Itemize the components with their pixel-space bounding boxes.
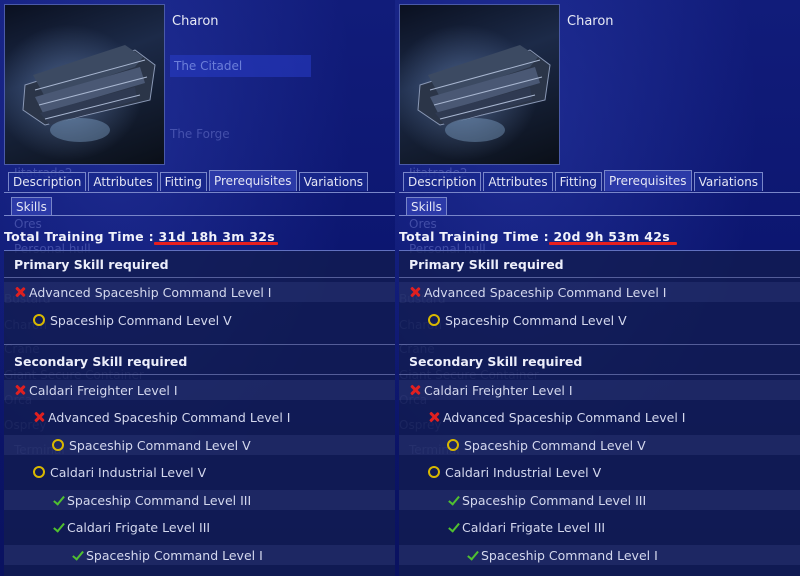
- skill-row[interactable]: Caldari Industrial Level V: [399, 462, 800, 482]
- yellow-circle-icon: [52, 439, 64, 451]
- skill-row[interactable]: Advanced Spaceship Command Level I: [399, 282, 800, 302]
- skill-label: Advanced Spaceship Command Level I: [443, 409, 686, 425]
- total-training-label: Total Training Time :: [4, 229, 154, 244]
- yellow-circle-icon: [428, 314, 440, 326]
- yellow-circle-icon: [428, 466, 440, 478]
- skill-label: Spaceship Command Level V: [445, 312, 627, 328]
- primary-skill-header: Primary Skill required: [409, 257, 564, 272]
- yellow-circle-icon: [33, 466, 45, 478]
- ship-image: [399, 4, 560, 165]
- skill-label: Caldari Frigate Level III: [67, 519, 211, 535]
- skill-label: Advanced Spaceship Command Level I: [29, 284, 272, 300]
- skill-label: Advanced Spaceship Command Level I: [424, 284, 667, 300]
- section-divider: [399, 277, 800, 278]
- secondary-skill-header: Secondary Skill required: [14, 354, 188, 369]
- tab-description[interactable]: Description: [403, 172, 482, 191]
- skill-row[interactable]: Spaceship Command Level V: [399, 435, 800, 455]
- green-check-icon: [52, 494, 64, 506]
- skill-tree-list: Primary Skill required Advanced Spaceshi…: [399, 250, 800, 576]
- skill-row[interactable]: Advanced Spaceship Command Level I: [4, 407, 395, 427]
- red-x-icon: [409, 286, 421, 298]
- skill-row[interactable]: Spaceship Command Level I: [4, 545, 395, 565]
- skill-label: Spaceship Command Level V: [464, 437, 646, 453]
- yellow-circle-icon: [33, 314, 45, 326]
- bg-text: The Forge: [170, 127, 230, 141]
- skill-row[interactable]: Spaceship Command Level V: [399, 310, 800, 330]
- skill-label: Spaceship Command Level I: [481, 547, 658, 563]
- tab-fitting[interactable]: Fitting: [554, 172, 602, 191]
- tab-variations[interactable]: Variations: [693, 172, 764, 191]
- green-check-icon: [447, 521, 459, 533]
- skill-label: Caldari Industrial Level V: [445, 464, 602, 480]
- ship-image: [4, 4, 165, 165]
- subtab-divider: [399, 215, 800, 216]
- skill-row[interactable]: Caldari Freighter Level I: [399, 380, 800, 400]
- skill-row[interactable]: Spaceship Command Level I: [399, 545, 800, 565]
- skill-label: Spaceship Command Level V: [50, 312, 232, 328]
- skill-row[interactable]: Advanced Spaceship Command Level I: [4, 282, 395, 302]
- ship-name: Charon: [172, 14, 219, 29]
- skill-row[interactable]: Spaceship Command Level V: [4, 310, 395, 330]
- show-info-window-left: The Forge Iitatrade2 Ores Personal hull …: [0, 0, 395, 576]
- skill-row[interactable]: Spaceship Command Level III: [4, 490, 395, 510]
- ship-name: Charon: [567, 14, 614, 29]
- tab-prerequisites[interactable]: Prerequisites: [208, 170, 297, 191]
- tab-attributes[interactable]: Attributes: [88, 172, 158, 191]
- skill-label: Caldari Freighter Level I: [29, 382, 178, 398]
- tab-variations[interactable]: Variations: [298, 172, 369, 191]
- skill-row[interactable]: Spaceship Command Level V: [4, 435, 395, 455]
- section-divider: [4, 374, 395, 375]
- red-x-icon: [33, 411, 45, 423]
- skill-row[interactable]: Advanced Spaceship Command Level I: [399, 407, 800, 427]
- skill-row[interactable]: Spaceship Command Level III: [399, 490, 800, 510]
- skill-row[interactable]: Caldari Frigate Level III: [399, 517, 800, 537]
- tab-divider: [399, 192, 800, 193]
- freighter-icon: [22, 45, 156, 142]
- freighter-icon: [417, 45, 551, 142]
- skill-label: Spaceship Command Level I: [86, 547, 263, 563]
- red-underline-annotation: [154, 242, 278, 245]
- yellow-circle-icon: [447, 439, 459, 451]
- skill-label: Spaceship Command Level III: [67, 492, 252, 508]
- green-check-icon: [466, 549, 478, 561]
- skill-row[interactable]: Caldari Freighter Level I: [4, 380, 395, 400]
- primary-skill-header: Primary Skill required: [14, 257, 169, 272]
- red-x-icon: [14, 286, 26, 298]
- skill-label: Advanced Spaceship Command Level I: [48, 409, 291, 425]
- red-x-icon: [428, 411, 440, 423]
- red-x-icon: [14, 384, 26, 396]
- secondary-skill-header: Secondary Skill required: [409, 354, 583, 369]
- skill-label: Spaceship Command Level III: [462, 492, 647, 508]
- skill-tree-list: Primary Skill required Advanced Spaceshi…: [4, 250, 395, 576]
- section-divider: [4, 277, 395, 278]
- skill-label: Caldari Frigate Level III: [462, 519, 606, 535]
- tab-fitting[interactable]: Fitting: [159, 172, 207, 191]
- skill-label: Spaceship Command Level V: [69, 437, 251, 453]
- info-tabs: Description Attributes Fitting Prerequis…: [403, 170, 764, 192]
- section-divider: [4, 344, 395, 345]
- subtab-skills[interactable]: Skills: [11, 197, 52, 216]
- green-check-icon: [52, 521, 64, 533]
- green-check-icon: [71, 549, 83, 561]
- section-divider: [399, 374, 800, 375]
- skill-label: Caldari Freighter Level I: [424, 382, 573, 398]
- show-info-window-right: Iitatrade2 Ores Personal hull Bustard Ch…: [395, 0, 800, 576]
- green-check-icon: [447, 494, 459, 506]
- tab-attributes[interactable]: Attributes: [483, 172, 553, 191]
- info-tabs: Description Attributes Fitting Prerequis…: [8, 170, 369, 192]
- red-underline-annotation: [549, 242, 677, 245]
- location-link[interactable]: The Citadel: [170, 55, 311, 77]
- red-x-icon: [409, 384, 421, 396]
- subtab-divider: [4, 215, 395, 216]
- subtab-skills[interactable]: Skills: [406, 197, 447, 216]
- total-training-label: Total Training Time :: [399, 229, 549, 244]
- skill-row[interactable]: Caldari Frigate Level III: [4, 517, 395, 537]
- tab-divider: [4, 192, 395, 193]
- skill-label: Caldari Industrial Level V: [50, 464, 207, 480]
- section-divider: [399, 344, 800, 345]
- skill-row[interactable]: Caldari Industrial Level V: [4, 462, 395, 482]
- tab-description[interactable]: Description: [8, 172, 87, 191]
- tab-prerequisites[interactable]: Prerequisites: [603, 170, 692, 191]
